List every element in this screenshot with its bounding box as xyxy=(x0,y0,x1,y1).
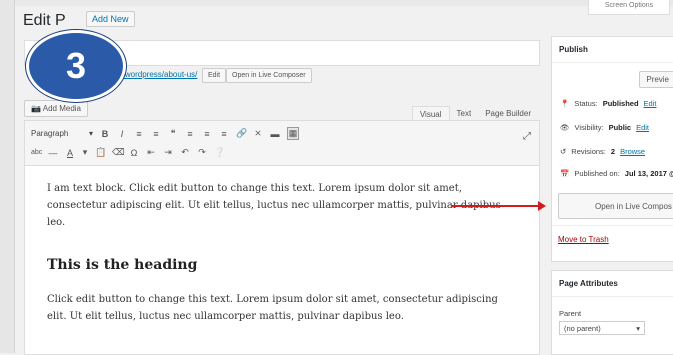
page-attributes-box: Page Attributes Parent (no parent) ▾ xyxy=(551,270,673,355)
special-character-icon[interactable]: Ω xyxy=(129,148,139,158)
chevron-down-icon: ▾ xyxy=(88,129,93,138)
revisions-label: Revisions: xyxy=(571,147,606,156)
page-title: Edit P xyxy=(23,12,66,29)
window-frame-top xyxy=(0,0,673,6)
eye-icon: 👁 xyxy=(560,123,570,132)
format-select-value: Paragraph xyxy=(31,129,69,138)
add-media-button[interactable]: 📷 Add Media xyxy=(24,100,88,117)
outdent-icon[interactable]: ⇤ xyxy=(146,147,156,158)
visibility-value: Public xyxy=(608,123,632,132)
content-paragraph: I am text block. Click edit button to ch… xyxy=(47,183,501,228)
fullscreen-icon[interactable]: ⤢ xyxy=(523,131,531,142)
status-edit-link[interactable]: Edit xyxy=(644,99,657,108)
blockquote-icon[interactable]: ❝ xyxy=(168,128,178,139)
published-on-row: 📅 Published on: Jul 13, 2017 @ xyxy=(560,169,673,178)
window-frame-left xyxy=(0,0,15,353)
published-on-label: Published on: xyxy=(574,169,620,178)
permalink-live-composer-button[interactable]: Open in Live Composer xyxy=(226,68,312,83)
undo-icon[interactable]: ↶ xyxy=(180,147,190,158)
preview-button[interactable]: Previe xyxy=(639,71,673,88)
align-center-icon[interactable]: ≡ xyxy=(202,129,212,139)
chevron-down-icon: ▾ xyxy=(636,323,640,333)
publish-box-title: Publish xyxy=(552,37,673,63)
red-arrow-annotation xyxy=(452,201,546,211)
permalink-edit-button[interactable]: Edit xyxy=(202,68,227,83)
horizontal-line-icon[interactable]: — xyxy=(48,148,58,158)
open-live-composer-button[interactable]: Open in Live Compos xyxy=(558,193,673,219)
content-paragraph: Click edit button to change this text. L… xyxy=(47,294,498,322)
calendar-icon: 📅 xyxy=(560,169,570,178)
pin-icon: 📍 xyxy=(560,99,570,108)
chevron-down-icon[interactable]: ▾ xyxy=(82,147,88,158)
parent-label: Parent xyxy=(559,309,582,318)
revisions-row: ↺ Revisions: 2 Browse xyxy=(560,147,645,156)
indent-icon[interactable]: ⇥ xyxy=(163,147,173,158)
parent-select-value: (no parent) xyxy=(564,323,601,333)
align-right-icon[interactable]: ≡ xyxy=(219,129,229,139)
divider xyxy=(552,225,673,226)
text-color-icon[interactable]: A xyxy=(65,148,75,158)
toolbar-row-1: Paragraph ▾ B I ≡ ≡ ❝ ≡ ≡ ≡ 🔗 ⨯ ▬ ▦ xyxy=(31,127,299,140)
add-new-button[interactable]: Add New xyxy=(86,11,135,27)
visibility-edit-link[interactable]: Edit xyxy=(636,123,649,132)
read-more-icon[interactable]: ▬ xyxy=(270,129,280,139)
help-icon[interactable]: ❔ xyxy=(214,147,225,158)
screen-options-button[interactable]: Screen Options xyxy=(588,0,670,15)
visibility-row: 👁 Visibility: Public Edit xyxy=(560,123,649,132)
add-media-label: Add Media xyxy=(42,104,81,113)
editor-toolbar: Paragraph ▾ B I ≡ ≡ ❝ ≡ ≡ ≡ 🔗 ⨯ ▬ ▦ abc … xyxy=(25,121,539,166)
content-heading: This is the heading xyxy=(47,257,198,273)
status-label: Status: xyxy=(574,99,598,108)
step-number-badge: 3 xyxy=(26,30,126,102)
toolbar-toggle-icon[interactable]: ▦ xyxy=(287,127,299,140)
numbered-list-icon[interactable]: ≡ xyxy=(151,129,161,139)
paste-text-icon[interactable]: 📋 xyxy=(95,147,106,158)
align-left-icon[interactable]: ≡ xyxy=(185,129,195,139)
status-value: Published xyxy=(602,99,639,108)
parent-select[interactable]: (no parent) ▾ xyxy=(559,321,645,335)
clear-formatting-icon[interactable]: ⌫ xyxy=(112,147,125,158)
permalink-url[interactable]: .1/wordpress/about-us/ xyxy=(116,70,197,79)
revisions-browse-link[interactable]: Browse xyxy=(620,147,645,156)
editor-content[interactable]: I am text block. Click edit button to ch… xyxy=(25,166,539,339)
unlink-icon[interactable]: ⨯ xyxy=(253,128,263,139)
move-to-trash-link[interactable]: Move to Trash xyxy=(558,235,609,244)
format-select[interactable]: Paragraph ▾ xyxy=(31,129,93,138)
toolbar-row-2: abc — A ▾ 📋 ⌫ Ω ⇤ ⇥ ↶ ↷ ❔ xyxy=(31,147,225,158)
redo-icon[interactable]: ↷ xyxy=(197,147,207,158)
link-icon[interactable]: 🔗 xyxy=(236,128,247,139)
published-on-value: Jul 13, 2017 @ xyxy=(624,169,673,178)
content-editor: Paragraph ▾ B I ≡ ≡ ❝ ≡ ≡ ≡ 🔗 ⨯ ▬ ▦ abc … xyxy=(24,120,540,355)
media-icon: 📷 xyxy=(31,104,41,113)
visibility-label: Visibility: xyxy=(574,123,604,132)
strikethrough-icon[interactable]: abc xyxy=(31,149,42,156)
revisions-value: 2 xyxy=(610,147,616,156)
italic-icon[interactable]: I xyxy=(117,129,127,139)
bullet-list-icon[interactable]: ≡ xyxy=(134,129,144,139)
status-row: 📍 Status: Published Edit xyxy=(560,99,656,108)
publish-box: Publish Previe 📍 Status: Published Edit … xyxy=(551,36,673,262)
history-icon: ↺ xyxy=(560,147,567,156)
bold-icon[interactable]: B xyxy=(100,129,110,139)
page-attributes-title: Page Attributes xyxy=(552,271,673,297)
